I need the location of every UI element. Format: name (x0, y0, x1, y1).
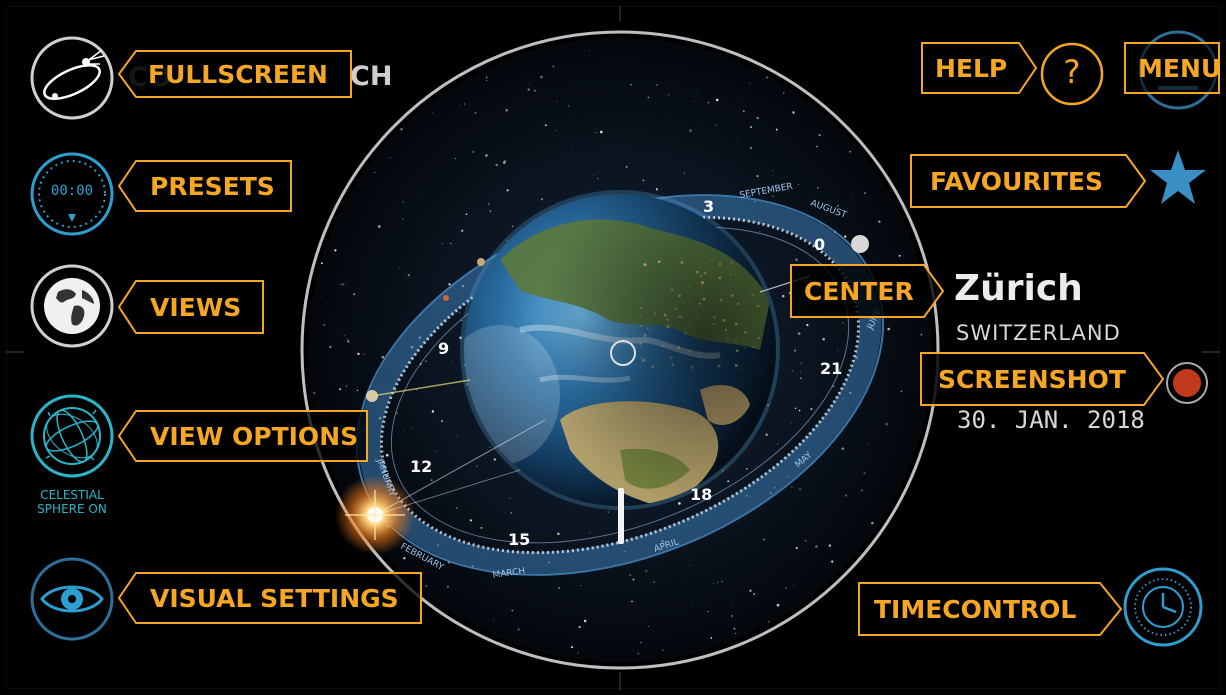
presets-label: PRESETS (150, 171, 275, 201)
moon (851, 235, 869, 253)
dial-hour-label: 21 (820, 359, 842, 378)
presets-button[interactable]: 00:00 (28, 150, 116, 238)
dial-hour-label: 0 (814, 235, 825, 254)
app-stage: 3 0 21 18 15 12 9 SEPTEMBER AUGUST JUNE … (0, 0, 1226, 695)
app-title-fragment: CH (350, 61, 393, 92)
time-needle[interactable] (618, 488, 624, 544)
fullscreen-button[interactable] (28, 34, 116, 122)
location-country: SWITZERLAND (956, 321, 1121, 345)
dial-hour-label: 12 (410, 457, 432, 476)
fullscreen-label: FULLSCREEN (148, 59, 328, 89)
help-label: HELP (935, 53, 1008, 83)
current-date: 30. JAN. 2018 (957, 406, 1145, 434)
planet (443, 295, 449, 301)
favourites-label: FAVOURITES (930, 166, 1104, 196)
visual-settings-label: VISUAL SETTINGS (150, 583, 399, 613)
screenshot-button[interactable] (1164, 360, 1210, 406)
clock-icon (1123, 567, 1203, 647)
view-options-button[interactable] (28, 392, 116, 480)
favourites-button[interactable] (1148, 148, 1208, 208)
celestial-sphere-icon (30, 394, 114, 478)
dial-hour-label: 15 (508, 530, 530, 549)
planet (477, 258, 485, 266)
timecontrol-callout: TIMECONTROL (858, 582, 1123, 636)
orbit-comet-icon (30, 36, 114, 120)
view-options-callout: VIEW OPTIONS (117, 410, 368, 462)
views-label: VIEWS (150, 292, 242, 322)
screenshot-label: SCREENSHOT (938, 364, 1126, 394)
presets-time: 00:00 (50, 183, 94, 199)
menu-callout: MENU (1124, 42, 1222, 94)
status-line: CELESTIAL (40, 488, 104, 502)
presets-callout: PRESETS (117, 160, 292, 212)
location-city: Zürich (954, 268, 1083, 309)
help-button[interactable]: ? (1038, 40, 1106, 108)
star-icon (1150, 150, 1206, 204)
timecontrol-button[interactable] (1122, 566, 1204, 648)
center-label: CENTER (804, 276, 914, 306)
views-button[interactable] (28, 262, 116, 350)
record-dot-icon (1166, 362, 1208, 404)
views-callout: VIEWS (117, 280, 264, 334)
visual-settings-callout: VISUAL SETTINGS (117, 572, 422, 624)
visual-settings-button[interactable] (28, 555, 116, 643)
view-options-label: VIEW OPTIONS (150, 421, 359, 451)
favourites-callout: FAVOURITES (910, 154, 1147, 208)
menu-label: MENU (1138, 53, 1222, 83)
screenshot-callout: SCREENSHOT (920, 352, 1165, 406)
dial-hour-label: 18 (690, 485, 712, 504)
dial-hour-label: 3 (703, 197, 714, 216)
center-callout: CENTER (790, 264, 945, 318)
fullscreen-callout: FULLSCREEN (117, 50, 352, 98)
timecontrol-label: TIMECONTROL (874, 594, 1077, 624)
earth-globe-icon (30, 264, 114, 348)
dial-hour-label: 9 (438, 339, 449, 358)
help-callout: HELP (921, 42, 1038, 94)
eye-icon (30, 557, 114, 641)
celestial-sphere-status: CELESTIAL SPHERE ON (26, 488, 118, 516)
status-line: SPHERE ON (37, 502, 107, 516)
help-glyph: ? (1063, 53, 1081, 91)
